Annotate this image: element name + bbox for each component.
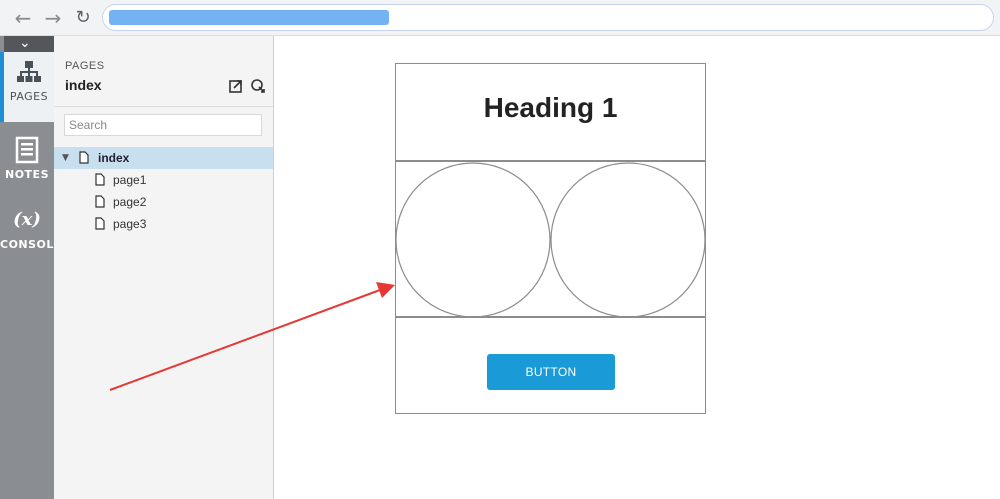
rail-tab-label: PAGES <box>9 90 49 103</box>
address-bar[interactable] <box>102 4 994 31</box>
panel-divider <box>54 106 273 107</box>
back-arrow-icon[interactable]: ← <box>12 7 34 29</box>
rail-tab-label: NOTES <box>5 168 49 181</box>
rail-tab-console[interactable]: (x) CONSOLE <box>0 200 62 270</box>
tree-item-page3[interactable]: page3 <box>54 213 273 235</box>
variable-icon: (x) <box>13 209 41 230</box>
pages-panel: PAGES index ▼ index page1 page2 page3 <box>54 36 274 499</box>
divider-line <box>396 316 705 318</box>
tree-item-page1[interactable]: page1 <box>54 169 273 191</box>
notes-icon <box>15 136 39 164</box>
page-icon <box>95 195 105 208</box>
page-icon <box>79 151 89 164</box>
heading-widget[interactable]: Heading 1 <box>396 92 705 124</box>
tree-item-label: index <box>98 151 130 165</box>
blurred-url <box>109 10 389 25</box>
tree-item-label: page3 <box>113 217 147 231</box>
browser-toolbar: ← → ↻ <box>0 0 1000 36</box>
add-page-icon[interactable] <box>250 78 266 94</box>
circle-shape-left[interactable] <box>396 162 551 318</box>
caret-down-icon[interactable]: ▼ <box>62 147 69 169</box>
left-rail: ⌄ PAGES NOTES (x) CONSOLE <box>0 35 62 499</box>
rail-tab-pages[interactable]: PAGES <box>0 52 54 122</box>
rail-tab-notes[interactable]: NOTES <box>0 130 54 200</box>
rail-collapse-button[interactable]: ⌄ <box>4 35 54 52</box>
panel-header: PAGES <box>65 60 105 72</box>
button-widget[interactable]: BUTTON <box>487 354 615 390</box>
tree-item-index[interactable]: ▼ index <box>54 147 273 169</box>
circle-shape-right[interactable] <box>550 162 705 318</box>
page-icon <box>95 217 105 230</box>
forward-arrow-icon[interactable]: → <box>42 7 64 29</box>
current-page-title: index <box>65 77 102 93</box>
rail-tab-label: CONSOLE <box>0 238 62 251</box>
tree-item-page2[interactable]: page2 <box>54 191 273 213</box>
wireframe-page: Heading 1 BUTTON <box>395 63 706 414</box>
search-input[interactable] <box>64 114 262 136</box>
reload-icon[interactable]: ↻ <box>72 7 94 29</box>
circles-group <box>396 162 705 318</box>
tree-item-label: page2 <box>113 195 147 209</box>
chevron-down-icon: ⌄ <box>19 35 31 51</box>
page-icon <box>95 173 105 186</box>
sitemap-icon <box>17 61 41 82</box>
tree-item-label: page1 <box>113 173 147 187</box>
export-icon[interactable] <box>228 78 244 94</box>
